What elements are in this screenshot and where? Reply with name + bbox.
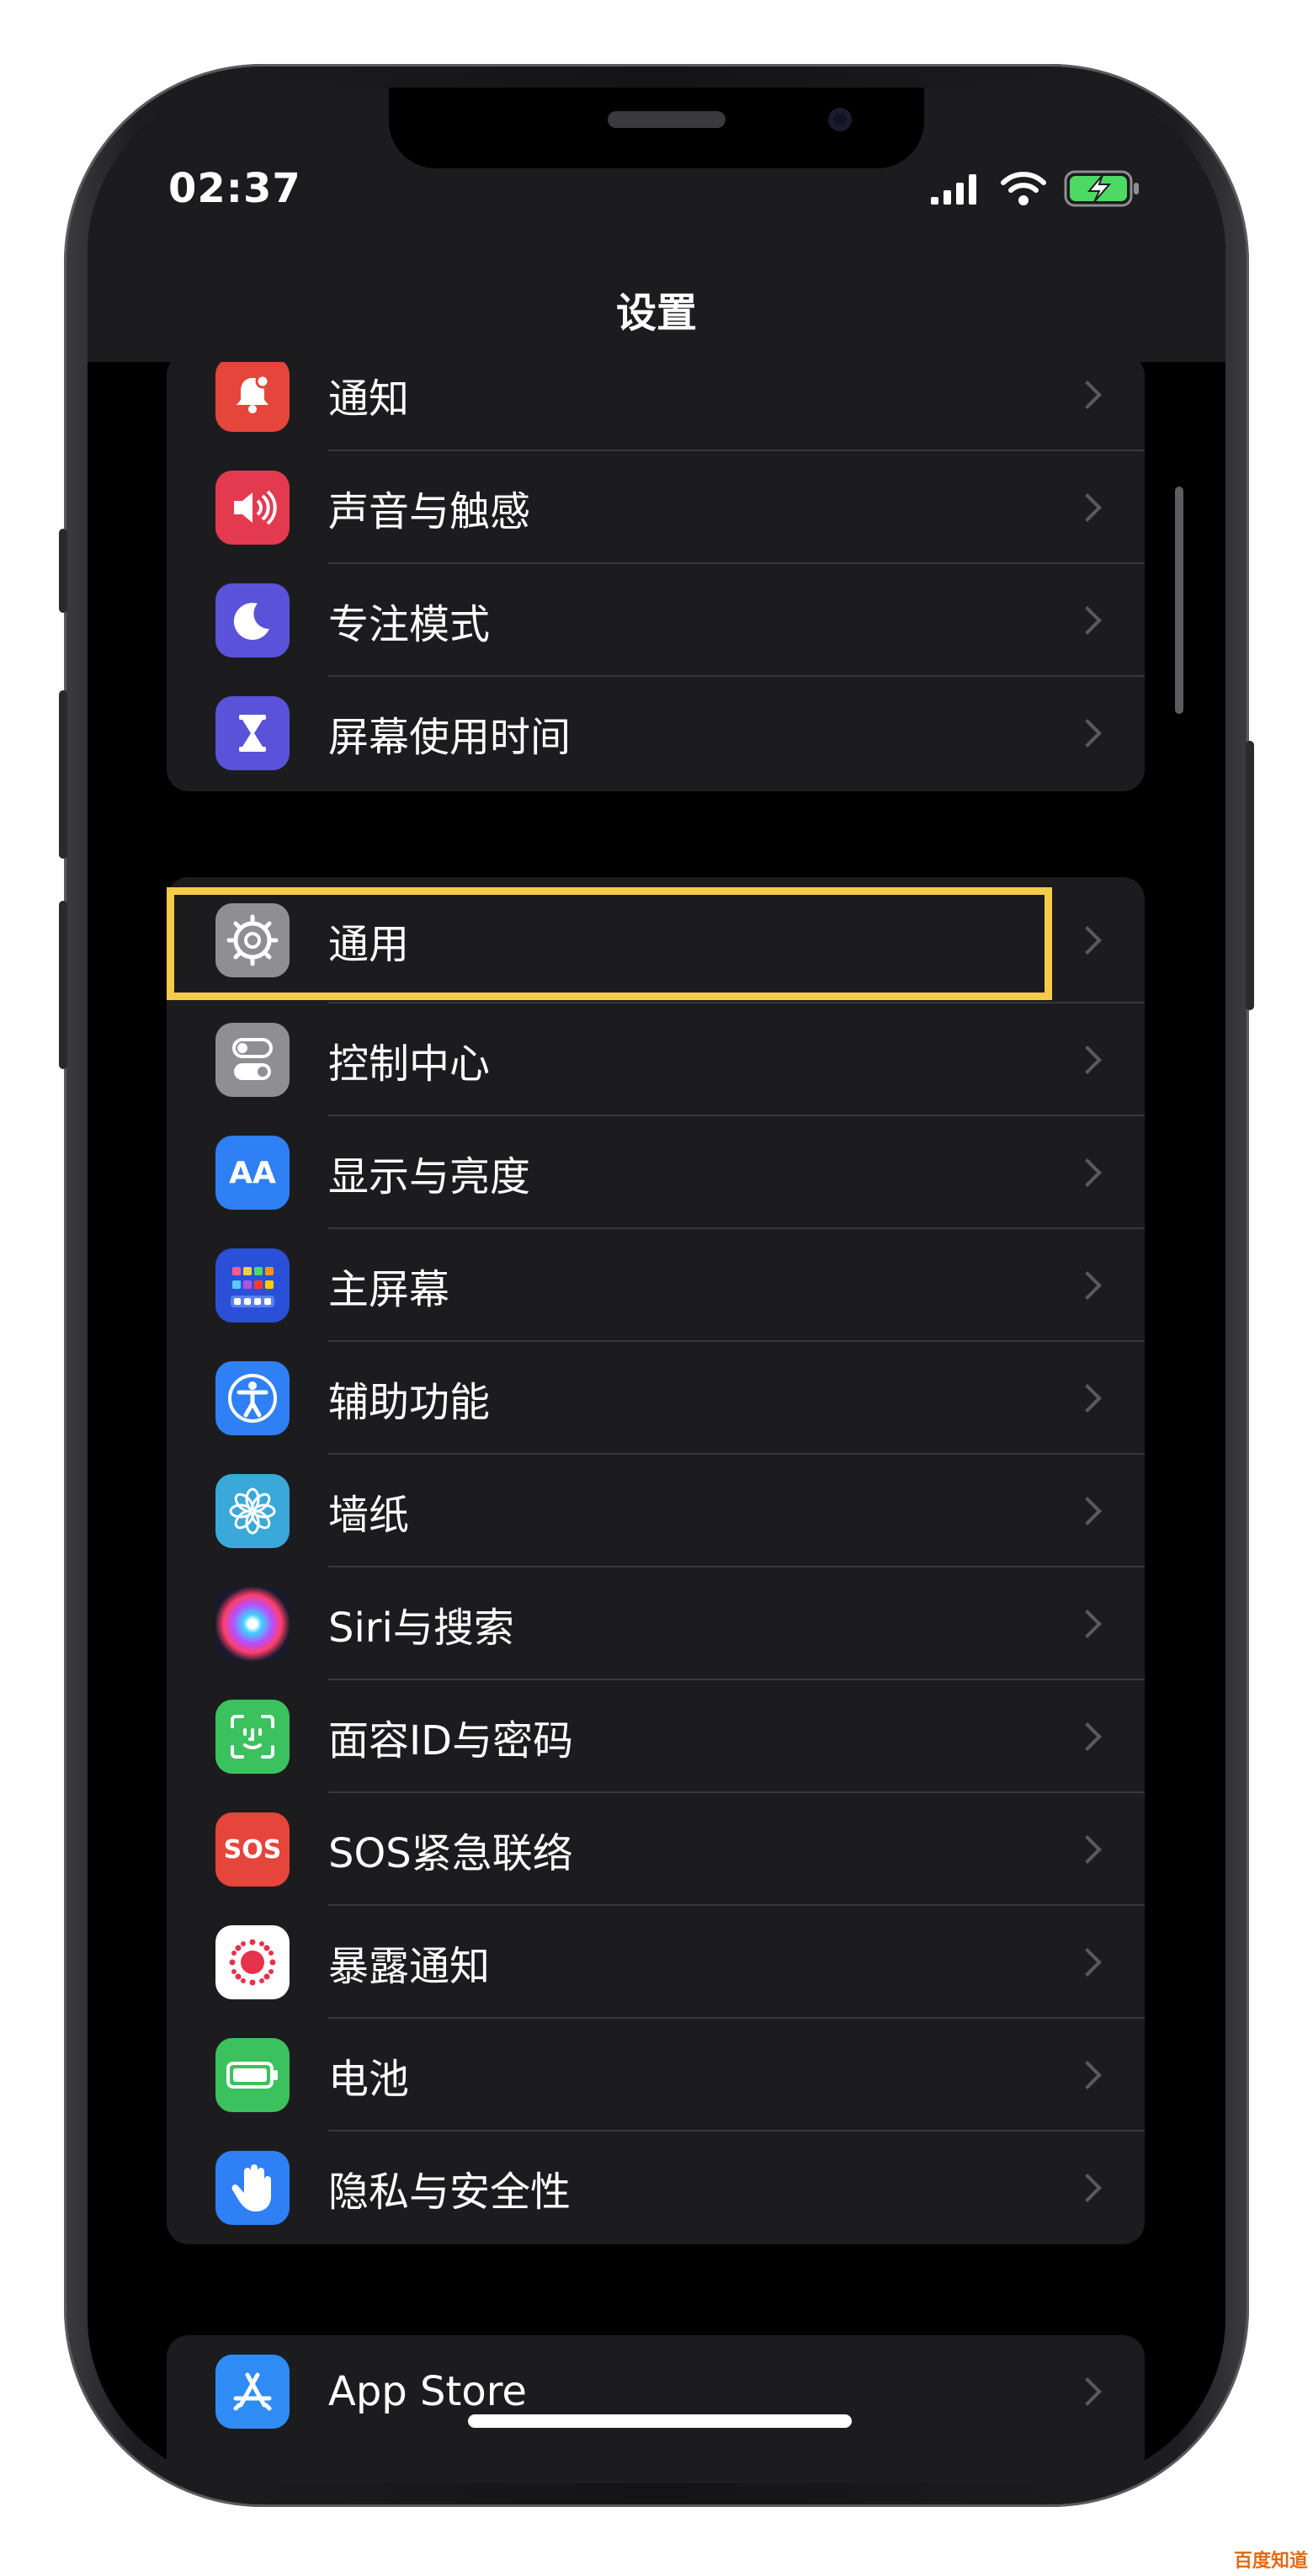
row-privacy-security[interactable]: 隐私与安全性 (167, 2132, 1145, 2244)
volume-down-button (59, 901, 67, 1069)
chevron-right-icon (1073, 1046, 1102, 1074)
accessibility-icon (215, 1361, 290, 1435)
row-battery[interactable]: 电池 (167, 2019, 1145, 2132)
page-title: 设置 (615, 290, 697, 337)
row-label: SOS紧急联络 (328, 1830, 573, 1877)
row-app-store[interactable]: App Store (167, 2335, 1145, 2448)
siri-icon (215, 1587, 290, 1661)
row-wallpaper[interactable]: 墙纸 (167, 1455, 1145, 1567)
chevron-right-icon (1073, 1610, 1102, 1638)
row-label: 显示与亮度 (328, 1153, 531, 1200)
front-camera (828, 108, 852, 131)
row-label: 墙纸 (328, 1492, 410, 1539)
chevron-right-icon (1073, 1384, 1102, 1413)
home-indicator[interactable] (468, 2414, 852, 2428)
hand-icon (215, 2151, 290, 2225)
sos-icon: SOS (215, 1812, 290, 1887)
row-face-id[interactable]: 面容ID与密码 (167, 1680, 1145, 1793)
row-label: 专注模式 (328, 601, 491, 648)
silent-switch (59, 529, 67, 613)
chevron-right-icon (1073, 2377, 1102, 2406)
flower-icon (215, 1474, 290, 1548)
row-focus[interactable]: 专注模式 (167, 564, 1145, 677)
side-button (1246, 741, 1254, 1010)
phone-screen: 02:37 设置 通知 声音与触感 专注模式 屏幕使用时间 通用 控制中心 AA… (88, 88, 1225, 2483)
row-label: 控制中心 (328, 1041, 491, 1088)
chevron-right-icon (1073, 381, 1102, 409)
row-home-screen[interactable]: 主屏幕 (167, 1229, 1145, 1342)
battery-charging-icon (1064, 170, 1139, 207)
volume-up-button (59, 690, 67, 859)
row-general[interactable]: 通用 (167, 877, 1145, 1003)
row-label: Siri与搜索 (328, 1605, 514, 1652)
chevron-right-icon (1073, 926, 1102, 955)
row-label: 隐私与安全性 (328, 2169, 571, 2216)
cellular-signal-icon (931, 174, 976, 205)
row-display-brightness[interactable]: AA 显示与亮度 (167, 1116, 1145, 1229)
row-screen-time[interactable]: 屏幕使用时间 (167, 677, 1145, 790)
row-sounds[interactable]: 声音与触感 (167, 451, 1145, 564)
hourglass-icon (215, 696, 290, 770)
row-control-center[interactable]: 控制中心 (167, 1003, 1145, 1116)
chevron-right-icon (1073, 493, 1102, 522)
chevron-right-icon (1073, 2061, 1102, 2089)
row-label: 屏幕使用时间 (328, 714, 571, 761)
status-icons (929, 170, 1141, 207)
chevron-right-icon (1073, 719, 1102, 748)
moon-icon (215, 583, 290, 657)
chevron-right-icon (1073, 1948, 1102, 1977)
exposure-icon (215, 1925, 290, 1999)
battery-icon (215, 2038, 290, 2112)
row-label: 主屏幕 (328, 1266, 450, 1313)
settings-group-2: 通用 控制中心 AA 显示与亮度 主屏幕 辅助功能 墙纸 Siri与搜索 面容I… (167, 877, 1145, 2244)
chevron-right-icon (1073, 1497, 1102, 1525)
home-screen-icon (215, 1248, 290, 1323)
speaker-icon (215, 471, 290, 545)
row-label: 电池 (328, 2056, 410, 2103)
chevron-right-icon (1073, 1158, 1102, 1187)
row-emergency-sos[interactable]: SOS SOS紧急联络 (167, 1793, 1145, 1906)
notch (389, 88, 924, 168)
row-label: 辅助功能 (328, 1379, 491, 1426)
toggles-icon (215, 1023, 290, 1097)
bell-icon (215, 358, 290, 432)
row-notifications[interactable]: 通知 (167, 354, 1145, 451)
status-time: 02:37 (168, 165, 301, 212)
row-label: 通用 (328, 921, 410, 968)
scrollbar[interactable] (1175, 487, 1183, 714)
row-label: App Store (328, 2368, 527, 2415)
watermark-text: 百度知道 (1233, 2551, 1308, 2572)
gear-icon (215, 903, 290, 977)
row-exposure-notifications[interactable]: 暴露通知 (167, 1906, 1145, 2019)
row-label: 暴露通知 (328, 1943, 491, 1990)
chevron-right-icon (1073, 1271, 1102, 1300)
row-label: 通知 (328, 375, 410, 423)
earpiece-speaker (608, 111, 726, 128)
app-store-icon (215, 2355, 290, 2429)
chevron-right-icon (1073, 606, 1102, 635)
aa-icon: AA (215, 1136, 290, 1210)
row-accessibility[interactable]: 辅助功能 (167, 1342, 1145, 1455)
settings-group-3: App Store (167, 2335, 1145, 2483)
row-siri-search[interactable]: Siri与搜索 (167, 1567, 1145, 1680)
row-label: 声音与触感 (328, 488, 531, 535)
settings-group-1: 通知 声音与触感 专注模式 屏幕使用时间 (167, 354, 1145, 791)
chevron-right-icon (1073, 1722, 1102, 1751)
face-id-icon (215, 1700, 290, 1774)
chevron-right-icon (1073, 2174, 1102, 2202)
wifi-icon (1001, 172, 1046, 205)
row-label: 面容ID与密码 (328, 1717, 574, 1764)
chevron-right-icon (1073, 1835, 1102, 1864)
